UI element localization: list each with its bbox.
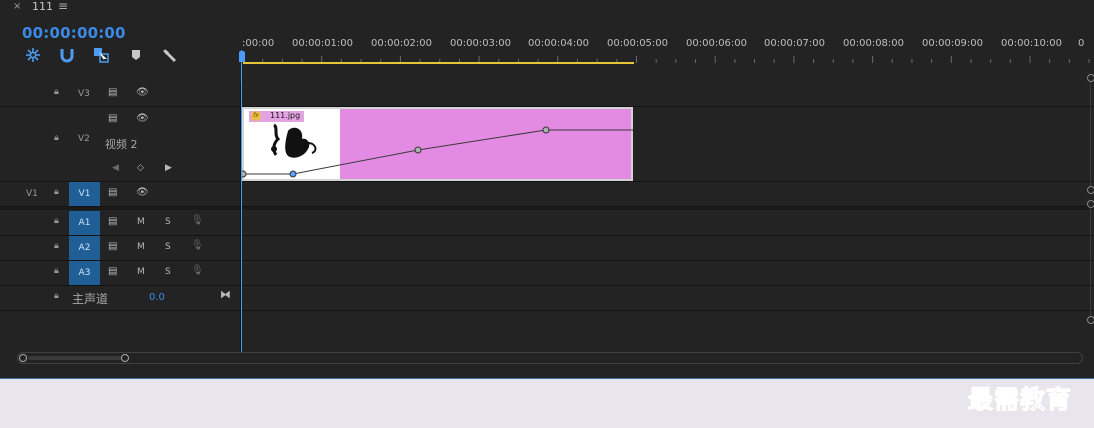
- scroll-handle[interactable]: [1087, 74, 1094, 82]
- mute-button[interactable]: M: [137, 242, 145, 252]
- track-header-v2: ▤ 👁︎ 🔒︎ V2 视频 2 ◀ ◇ ▶: [5, 107, 240, 181]
- video-clip[interactable]: fx 111.jpg: [242, 107, 633, 181]
- linked-selection-icon[interactable]: [93, 47, 109, 63]
- ruler-label: 00:00:02:00: [371, 38, 433, 49]
- lock-icon[interactable]: 🔒︎: [54, 266, 64, 276]
- track-a1: 🔒︎ A1 ▤ M S 🎙︎: [0, 211, 1094, 236]
- track-a2: 🔒︎ A2 ▤ M S 🎙︎: [0, 236, 1094, 261]
- solo-button[interactable]: S: [165, 242, 171, 252]
- video-audio-divider[interactable]: [0, 207, 1094, 210]
- add-marker-icon[interactable]: [130, 47, 146, 63]
- lock-icon[interactable]: 🔒︎: [54, 291, 64, 301]
- next-keyframe-icon[interactable]: ▶: [165, 163, 172, 173]
- track-header-a2: 🔒︎ A2 ▤ M S 🎙︎: [5, 236, 240, 260]
- sync-lock-icon[interactable]: ▤: [108, 241, 117, 252]
- track-header-v1: V1 🔒︎ V1 ▤ 👁︎: [5, 182, 240, 206]
- previous-keyframe-icon[interactable]: ◀: [112, 163, 119, 173]
- track-header-a3: 🔒︎ A3 ▤ M S 🎙︎: [5, 261, 240, 285]
- track-label: V2: [78, 134, 90, 144]
- sync-lock-icon[interactable]: ▤: [108, 87, 117, 98]
- mute-button[interactable]: M: [137, 217, 145, 227]
- scroll-handle[interactable]: [1087, 186, 1094, 194]
- microphone-icon[interactable]: 🎙︎: [191, 240, 204, 251]
- watermark: 最需教育: [967, 385, 1073, 415]
- track-header-a1: 🔒︎ A1 ▤ M S 🎙︎: [5, 211, 240, 235]
- track-display-name: 视频 2: [105, 138, 138, 151]
- ruler-label: 0: [1078, 38, 1085, 49]
- lock-icon[interactable]: 🔒︎: [54, 216, 64, 226]
- horizontal-zoom-scrollbar[interactable]: [17, 352, 1083, 364]
- track-header-v3: 🔒︎ V3 ▤ 👁︎: [5, 82, 240, 106]
- track-a3: 🔒︎ A3 ▤ M S 🎙︎: [0, 261, 1094, 286]
- ruler-label: 00:00:09:00: [922, 38, 984, 49]
- ruler-label: 00:00:06:00: [686, 38, 748, 49]
- playhead-handle[interactable]: [239, 51, 245, 62]
- lock-icon[interactable]: 🔒︎: [54, 87, 64, 97]
- zoom-handle-right[interactable]: [121, 354, 129, 362]
- track-target-a1[interactable]: A1: [69, 211, 100, 235]
- track-master: 🔒︎ 主声道 0.0 ⧓: [0, 286, 1094, 311]
- sync-lock-icon[interactable]: ▤: [108, 187, 117, 198]
- ruler-label: :00:00: [242, 38, 275, 49]
- ruler-label: 00:00:08:00: [843, 38, 905, 49]
- eye-icon[interactable]: 👁︎: [136, 87, 149, 98]
- track-v1: V1 🔒︎ V1 ▤ 👁︎: [0, 182, 1094, 207]
- panel-tab-bar: × 111 ≡: [0, 0, 1094, 16]
- master-track-label: 主声道: [72, 292, 109, 306]
- opacity-keyframe-line[interactable]: [242, 107, 633, 181]
- nest-sequence-icon[interactable]: [25, 47, 41, 63]
- lock-icon[interactable]: 🔒︎: [54, 241, 64, 251]
- zoom-bar[interactable]: [28, 356, 122, 360]
- vertical-scrollbar[interactable]: [1087, 70, 1094, 350]
- playhead-line[interactable]: [241, 50, 242, 352]
- microphone-icon[interactable]: 🎙︎: [191, 215, 204, 226]
- scroll-handle[interactable]: [1087, 316, 1094, 324]
- scroll-handle[interactable]: [1087, 200, 1094, 208]
- scroll-track: [1090, 208, 1091, 316]
- playhead-timecode[interactable]: 00:00:00:00: [22, 24, 126, 42]
- ruler-label: 00:00:05:00: [607, 38, 669, 49]
- lock-icon[interactable]: 🔒︎: [54, 133, 64, 143]
- ruler-label: 00:00:10:00: [1001, 38, 1063, 49]
- ruler-label: 00:00:03:00: [450, 38, 512, 49]
- track-target-a3[interactable]: A3: [69, 261, 100, 285]
- lock-icon[interactable]: 🔒︎: [54, 187, 64, 197]
- eye-icon[interactable]: 👁︎: [136, 187, 149, 198]
- add-keyframe-icon[interactable]: ◇: [137, 163, 144, 173]
- zoom-handle-left[interactable]: [19, 354, 27, 362]
- track-target-a2[interactable]: A2: [69, 236, 100, 260]
- work-area-bar[interactable]: [243, 62, 634, 64]
- track-label: V3: [78, 89, 90, 99]
- sync-lock-icon[interactable]: ▤: [108, 216, 117, 227]
- sync-lock-icon[interactable]: ▤: [108, 266, 117, 277]
- track-header-master: 🔒︎ 主声道 0.0 ⧓: [5, 286, 240, 310]
- sync-lock-icon[interactable]: ▤: [108, 113, 117, 124]
- track-v3: 🔒︎ V3 ▤ 👁︎: [0, 82, 1094, 107]
- solo-button[interactable]: S: [165, 267, 171, 277]
- snap-icon[interactable]: [59, 47, 75, 63]
- close-tab-icon[interactable]: ×: [13, 1, 21, 12]
- track-target-v1[interactable]: V1: [69, 182, 100, 206]
- go-to-ends-icon[interactable]: ⧓: [220, 288, 231, 301]
- ruler-label: 00:00:07:00: [764, 38, 826, 49]
- timeline-panel: × 111 ≡ 00:00:00:00 :00:00 00:00:01:00 0…: [0, 0, 1094, 379]
- master-volume-value[interactable]: 0.0: [149, 292, 165, 303]
- source-patch-v1[interactable]: V1: [26, 189, 38, 199]
- sequence-tab-title[interactable]: 111: [32, 0, 53, 13]
- scroll-track: [1090, 82, 1091, 186]
- eye-icon[interactable]: 👁︎: [136, 113, 149, 124]
- mute-button[interactable]: M: [137, 267, 145, 277]
- solo-button[interactable]: S: [165, 217, 171, 227]
- microphone-icon[interactable]: 🎙︎: [191, 265, 204, 276]
- ruler-label: 00:00:01:00: [292, 38, 354, 49]
- wrench-icon[interactable]: [161, 47, 177, 63]
- ruler-label: 00:00:04:00: [528, 38, 590, 49]
- panel-menu-icon[interactable]: ≡: [58, 0, 68, 13]
